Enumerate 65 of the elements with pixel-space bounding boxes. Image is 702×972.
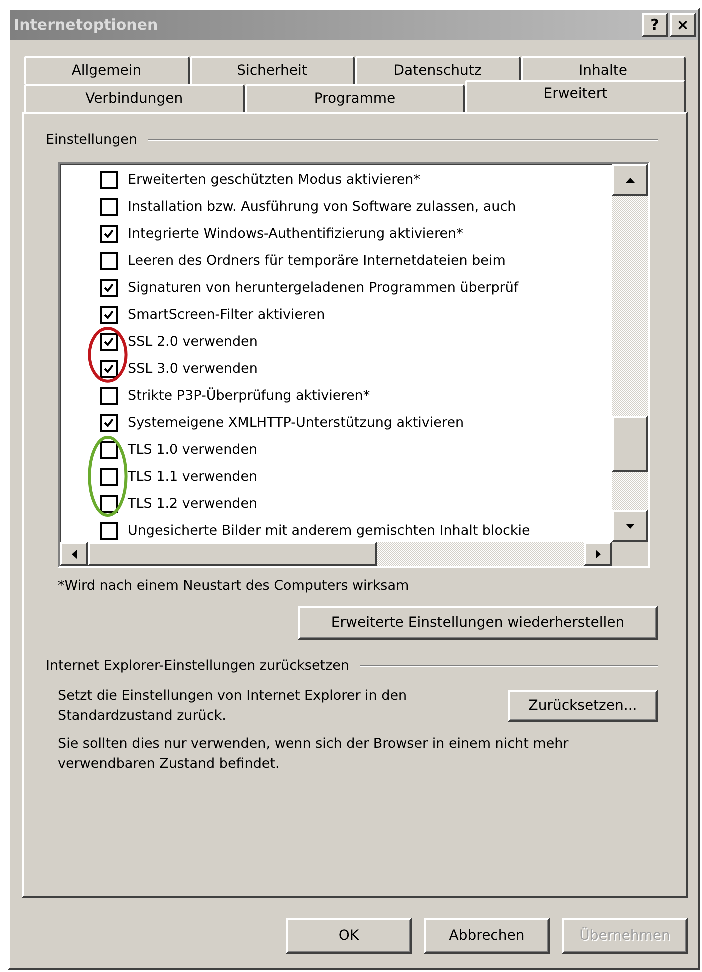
check-icon [103,336,115,348]
check-icon [103,282,115,294]
check-icon [103,416,115,428]
tab[interactable]: Sicherheit [190,56,355,84]
checkbox[interactable] [100,494,118,512]
scroll-thumb[interactable] [612,416,648,472]
caret-up-icon [626,178,634,182]
scroll-right-button[interactable] [584,542,612,566]
reset-note: Sie sollten dies nur verwenden, wenn sich der Browser in einem nicht mehr verwendbaren Zustand befindet. [58,735,570,774]
setting-label: Leeren des Ordners für temporäre Internetdateien beim [128,252,506,268]
dialog-button[interactable]: Abbrechen [424,918,550,954]
setting-label: Ungesicherte Bilder mit anderem gemischten Inhalt blockie [128,522,530,538]
check-icon [103,308,115,320]
checkbox[interactable] [100,278,118,296]
checkbox[interactable] [100,440,118,458]
checkbox[interactable] [100,170,118,188]
checkbox[interactable] [100,468,118,486]
scrollbar-corner [612,542,648,566]
checkbox[interactable] [100,224,118,242]
setting-label: Installation bzw. Ausführung von Software zulassen, auch [128,198,516,214]
group-label: Einstellungen [46,132,138,148]
setting-label: Erweiterten geschützten Modus aktivieren* [128,172,420,188]
checkbox[interactable] [100,198,118,216]
caret-right-icon [596,550,600,558]
scroll-left-button[interactable] [60,542,88,566]
tab[interactable]: Allgemein [24,56,190,84]
caret-left-icon [72,550,76,558]
group-label: Internet Explorer-Einstellungen zurücksetzen [46,658,350,674]
reset-description: Setzt die Einstellungen von Internet Explorer in den Standardzustand zurück. [58,687,408,726]
checkbox[interactable] [100,252,118,270]
scroll-thumb[interactable] [88,542,377,566]
setting-label: SSL 2.0 verwenden [128,334,258,350]
setting-label: Integrierte Windows-Authentifizierung aktivieren* [128,226,464,242]
reset-button[interactable]: Zurücksetzen... [508,690,658,722]
setting-label: Signaturen von heruntergeladenen Programmen überprüf [128,280,519,296]
scroll-up-button[interactable] [612,164,648,196]
window-title: Internetoptionen [14,16,158,34]
caret-down-icon [626,524,634,528]
restore-button[interactable]: Erweiterte Einstellungen wiederherstellen [298,606,658,640]
tab[interactable]: Verbindungen [24,84,245,112]
checkbox[interactable] [100,386,118,404]
setting-label: TLS 1.0 verwenden [128,442,258,458]
checkbox[interactable] [100,522,118,540]
horizontal-scrollbar[interactable] [60,542,648,566]
tab[interactable]: Programme [244,84,466,112]
check-icon [103,362,115,374]
help-button[interactable]: ? [642,13,668,37]
checkbox[interactable] [100,414,118,432]
checkbox[interactable] [100,332,118,350]
setting-label: SmartScreen-Filter aktivieren [128,306,326,322]
setting-label: TLS 1.1 verwenden [128,468,258,484]
tab[interactable]: Erweitert [465,80,686,112]
setting-label: Strikte P3P-Überprüfung aktivieren* [128,388,370,404]
dialog-button[interactable]: OK [286,918,412,954]
setting-label: TLS 1.2 verwenden [128,496,258,512]
scroll-down-button[interactable] [612,510,648,542]
vertical-scrollbar[interactable] [612,164,648,542]
checkbox[interactable] [100,360,118,378]
setting-label: SSL 3.0 verwenden [128,360,258,376]
setting-label: Systemeigene XMLHTTP-Unterstützung aktivieren [128,414,464,430]
check-icon [103,228,115,240]
footnote: *Wird nach einem Neustart des Computers wirksam [58,578,410,594]
tab[interactable]: Datenschutz [355,56,520,84]
close-button[interactable]: × [670,13,696,37]
checkbox[interactable] [100,306,118,324]
